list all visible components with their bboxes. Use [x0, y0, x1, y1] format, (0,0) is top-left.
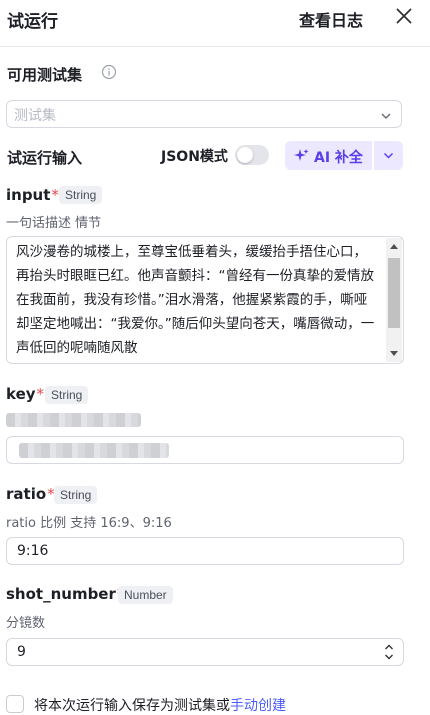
input-textarea[interactable]: 风沙漫卷的城楼上，至尊宝低垂着头，缓缓抬手捂住心口，再抬头时眼眶已红。他声音颤抖… — [6, 236, 404, 364]
scroll-thumb[interactable] — [388, 258, 400, 328]
field-input-description: 一句话描述 情节 — [6, 216, 102, 231]
field-shot-number-name: shot_number* — [6, 585, 124, 603]
ai-complete-button[interactable]: AI 补全 — [285, 141, 372, 170]
shot-number-value: 9 — [17, 644, 26, 660]
manual-create-link[interactable]: 手动创建 — [230, 698, 286, 714]
test-sets-label: 可用测试集 — [7, 66, 83, 84]
toggle-knob — [237, 147, 253, 163]
chevron-down-icon — [383, 152, 394, 159]
redacted-description — [6, 413, 141, 427]
input-textarea-value: 风沙漫卷的城楼上，至尊宝低垂着头，缓缓抬手捂住心口，再抬头时眼眶已红。他声音颤抖… — [16, 244, 375, 356]
page-title: 试运行 — [7, 12, 58, 32]
key-input[interactable] — [6, 436, 404, 464]
redacted-value — [19, 443, 169, 458]
shot-number-input[interactable]: 9 — [6, 638, 404, 666]
run-input-label: 试运行输入 — [7, 149, 83, 167]
type-badge: String — [54, 486, 98, 504]
close-icon[interactable] — [393, 5, 415, 27]
field-key-name: key* — [6, 385, 45, 403]
field-input-name: input* — [6, 186, 59, 204]
ratio-value: 9:16 — [17, 543, 49, 559]
scroll-up-arrow[interactable] — [390, 244, 398, 249]
json-mode-toggle[interactable] — [235, 145, 269, 165]
type-badge: Number — [118, 586, 173, 604]
save-as-test-set-text: 将本次运行输入保存为测试集或手动创建 — [34, 698, 286, 714]
scroll-down-arrow[interactable] — [390, 351, 398, 356]
view-log-button[interactable]: 查看日志 — [299, 7, 363, 31]
test-set-select[interactable]: 测试集 — [6, 100, 402, 128]
type-badge: String — [45, 386, 89, 404]
save-as-test-set-row: 将本次运行输入保存为测试集或手动创建 — [6, 695, 426, 715]
info-icon[interactable] — [101, 64, 117, 80]
chevron-down-icon — [379, 108, 393, 122]
sparkle-icon — [294, 148, 309, 163]
ratio-input[interactable]: 9:16 — [6, 537, 404, 565]
json-mode-label: JSON模式 — [161, 149, 228, 165]
field-ratio-description: ratio 比例 支持 16:9、9:16 — [6, 516, 172, 531]
textarea-scrollbar[interactable] — [386, 238, 402, 362]
ai-complete-dropdown[interactable] — [374, 141, 403, 170]
type-badge: String — [59, 186, 103, 204]
header: 试运行 查看日志 — [0, 0, 430, 47]
field-ratio-name: ratio* — [6, 485, 55, 503]
field-shot-number-description: 分镜数 — [6, 616, 46, 631]
stepper-icon[interactable] — [384, 643, 394, 661]
save-as-test-set-checkbox[interactable] — [6, 695, 24, 713]
ai-complete-label: AI 补全 — [314, 150, 363, 166]
test-set-placeholder: 测试集 — [14, 108, 56, 124]
